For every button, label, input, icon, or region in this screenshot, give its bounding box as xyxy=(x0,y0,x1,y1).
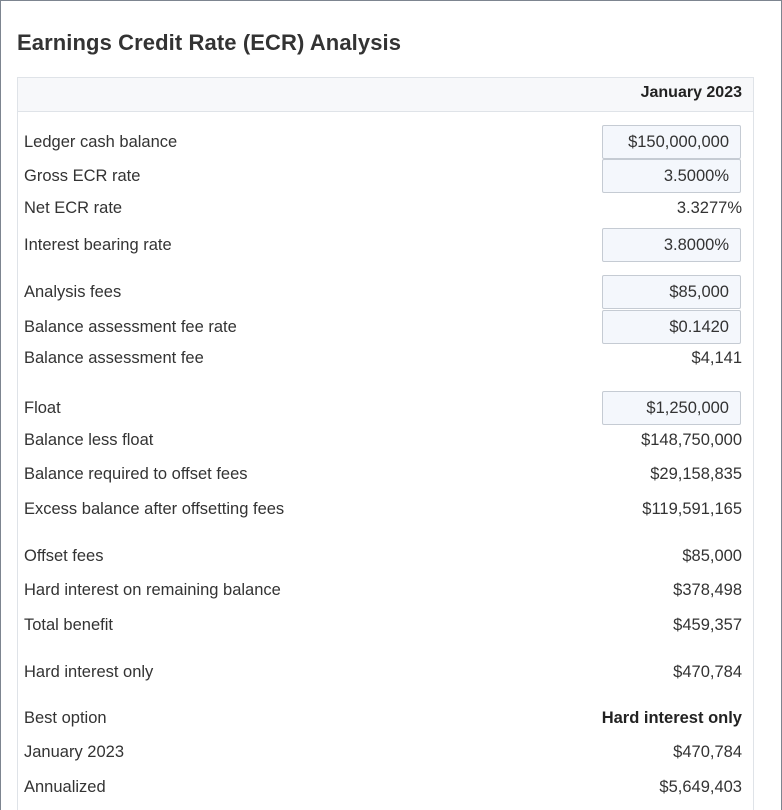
row-excess-balance-after-offsetting-fees: Excess balance after offsetting fees $11… xyxy=(18,492,753,526)
row-label: Interest bearing rate xyxy=(24,236,172,254)
row-label: Excess balance after offsetting fees xyxy=(24,500,285,518)
column-header-month: January 2023 xyxy=(640,84,742,101)
row-label: Annualized xyxy=(24,778,106,796)
row-hard-interest-only: Hard interest only $470,784 xyxy=(18,655,753,689)
row-label: Balance less float xyxy=(24,431,154,449)
row-label: Balance assessment fee xyxy=(24,349,204,367)
row-balance-assessment-fee-rate: Balance assessment fee rate xyxy=(18,310,753,344)
row-label: Total benefit xyxy=(24,616,113,634)
row-balance-less-float: Balance less float $148,750,000 xyxy=(18,423,753,457)
best-option-value: Hard interest only xyxy=(601,709,742,727)
row-total-benefit: Total benefit $459,357 xyxy=(18,608,753,642)
gross-ecr-rate-input[interactable] xyxy=(602,159,741,193)
net-ecr-rate-value: 3.3277% xyxy=(676,199,742,217)
table-header: January 2023 xyxy=(18,78,753,112)
row-balance-assessment-fee: Balance assessment fee $4,141 xyxy=(18,341,753,375)
row-label: Best option xyxy=(24,709,107,727)
balance-assessment-fee-value: $4,141 xyxy=(691,349,742,367)
row-label: Balance assessment fee rate xyxy=(24,318,237,336)
row-label: Hard interest on remaining balance xyxy=(24,581,281,599)
analysis-fees-input[interactable] xyxy=(602,275,741,309)
row-best-option: Best option Hard interest only xyxy=(18,701,753,735)
ledger-cash-balance-input[interactable] xyxy=(602,125,741,159)
row-net-ecr-rate: Net ECR rate 3.3277% xyxy=(18,191,753,225)
balance-assessment-fee-rate-input[interactable] xyxy=(602,310,741,344)
row-label: Float xyxy=(24,399,61,417)
row-analysis-fees: Analysis fees xyxy=(18,275,753,309)
balance-less-float-value: $148,750,000 xyxy=(641,431,742,449)
row-label: Balance required to offset fees xyxy=(24,465,248,483)
january-2023-value: $470,784 xyxy=(673,743,742,761)
hard-interest-remaining-value: $378,498 xyxy=(673,581,742,599)
row-label: Ledger cash balance xyxy=(24,133,178,151)
float-input[interactable] xyxy=(602,391,741,425)
total-benefit-value: $459,357 xyxy=(673,616,742,634)
row-gross-ecr-rate: Gross ECR rate xyxy=(18,159,753,193)
window-frame: Earnings Credit Rate (ECR) Analysis Janu… xyxy=(0,0,782,810)
row-balance-required-to-offset-fees: Balance required to offset fees $29,158,… xyxy=(18,457,753,491)
row-label: January 2023 xyxy=(24,743,124,761)
balance-required-value: $29,158,835 xyxy=(650,465,742,483)
row-ledger-cash-balance: Ledger cash balance xyxy=(18,125,753,159)
annualized-value: $5,649,403 xyxy=(659,778,742,796)
row-float: Float xyxy=(18,391,753,425)
row-label: Gross ECR rate xyxy=(24,167,141,185)
excess-balance-value: $119,591,165 xyxy=(642,500,742,518)
row-label: Offset fees xyxy=(24,547,104,565)
row-hard-interest-on-remaining-balance: Hard interest on remaining balance $378,… xyxy=(18,573,753,607)
hard-interest-only-value: $470,784 xyxy=(673,663,742,681)
offset-fees-value: $85,000 xyxy=(682,547,742,565)
row-annualized: Annualized $5,649,403 xyxy=(18,770,753,804)
row-label: Analysis fees xyxy=(24,283,122,301)
interest-bearing-rate-input[interactable] xyxy=(602,228,741,262)
row-january-2023: January 2023 $470,784 xyxy=(18,735,753,769)
row-label: Hard interest only xyxy=(24,663,154,681)
page-title: Earnings Credit Rate (ECR) Analysis xyxy=(17,30,402,55)
row-offset-fees: Offset fees $85,000 xyxy=(18,539,753,573)
row-interest-bearing-rate: Interest bearing rate xyxy=(18,228,753,262)
row-label: Net ECR rate xyxy=(24,199,123,217)
ecr-analysis-table: January 2023 Ledger cash balance Gross E… xyxy=(17,77,754,810)
